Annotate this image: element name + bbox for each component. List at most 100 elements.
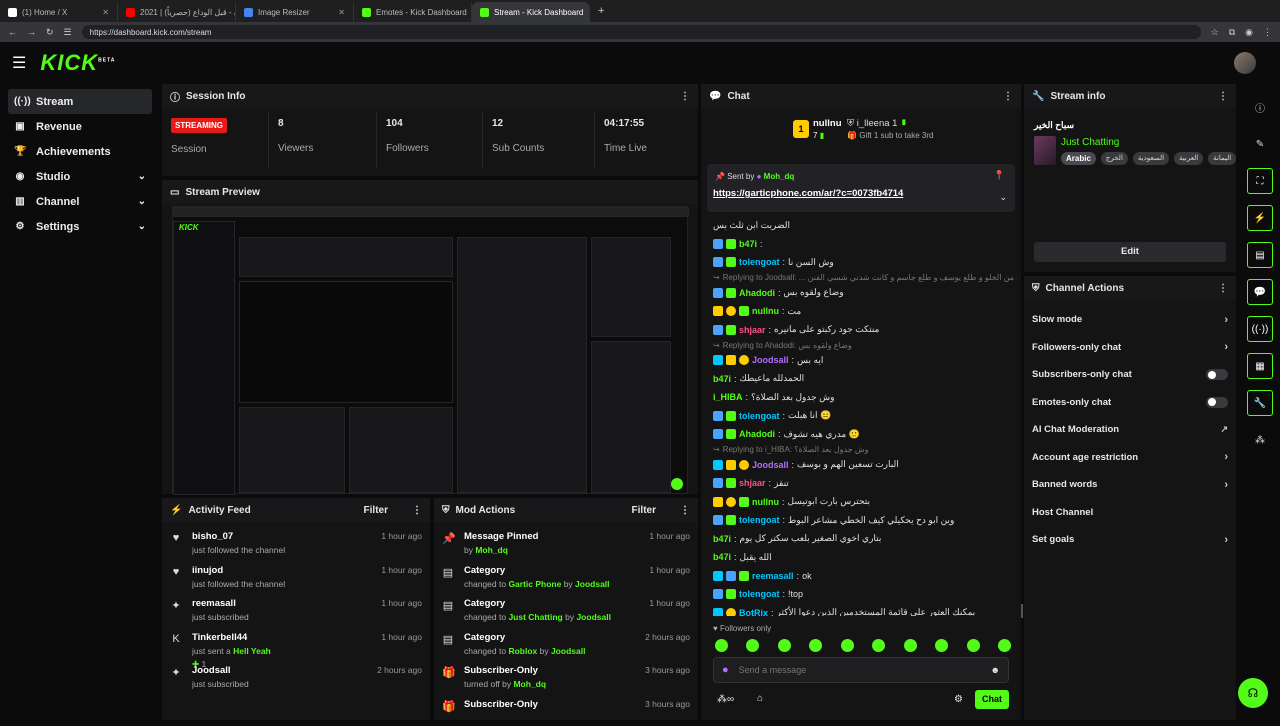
filter-button[interactable]: Filter: [632, 505, 656, 516]
chat-message[interactable]: tolengoat:وين ابو دح يحكيلي كيف الخطي مش…: [701, 511, 1017, 530]
channel-action-banned-words[interactable]: Banned words›: [1024, 471, 1236, 499]
sidebar-item-channel[interactable]: ▥Channel⌄: [8, 189, 152, 214]
chat-username[interactable]: BotRix: [739, 608, 768, 616]
wrench-icon[interactable]: 🔧: [1247, 390, 1273, 416]
chat-username[interactable]: b47i: [739, 239, 757, 249]
emote-icon[interactable]: [935, 639, 948, 652]
pencil-icon[interactable]: ✎: [1247, 131, 1273, 157]
chat-message[interactable]: shjaar:منتكت جود ركبتو على مانيره: [701, 321, 1017, 340]
chevron-right-icon[interactable]: ›: [1224, 451, 1228, 463]
mod-action-item[interactable]: ▤Categorychanged to Gartic Phone by Jood…: [434, 559, 698, 593]
mod-action-item[interactable]: 🎁Subscriber-Only3 hours ago: [434, 693, 698, 726]
chat-username[interactable]: reemasall: [752, 571, 794, 581]
activity-item[interactable]: ✦Joodsalljust subscribed2 hours ago: [162, 659, 430, 693]
toggle-switch[interactable]: [1206, 397, 1228, 408]
reply-indicator[interactable]: ↪Replying to Joodsall: ... و سحبت شبابي …: [701, 272, 1017, 284]
reply-indicator[interactable]: ↪Replying to Ahadodi: وضاع ولقوه بس: [701, 339, 1017, 351]
kebab-menu-icon[interactable]: ⋮: [1218, 91, 1228, 102]
mod-action-item[interactable]: 🎁Subscriber-Onlyturned off by Moh_dq3 ho…: [434, 659, 698, 693]
chat-username[interactable]: Joodsall: [752, 355, 789, 365]
kebab-menu-icon[interactable]: ⋮: [1003, 91, 1013, 102]
site-info-icon[interactable]: ☰: [64, 27, 72, 38]
channel-action-account-age-restriction[interactable]: Account age restriction›: [1024, 444, 1236, 472]
chat-log[interactable]: الضربت ابن ثلث بسb47i:tolengoat:وش السن …: [701, 216, 1017, 616]
chevron-down-icon[interactable]: ⌄: [138, 171, 146, 182]
send-chat-button[interactable]: Chat: [975, 690, 1009, 709]
chat-message[interactable]: shjaar:تنقز: [701, 474, 1017, 493]
chat-settings-icon[interactable]: ⚙: [954, 694, 963, 705]
kebab-menu-icon[interactable]: ⋮: [412, 505, 422, 516]
chat-message[interactable]: nullnu:مت: [701, 302, 1017, 321]
emote-icon[interactable]: [904, 639, 917, 652]
chat-message[interactable]: Ahadodi:وضاع ولقوه بس: [701, 284, 1017, 303]
chat-username[interactable]: Joodsall: [752, 460, 789, 470]
activity-username[interactable]: Joodsall: [192, 665, 367, 676]
chevron-right-icon[interactable]: ›: [1224, 314, 1228, 326]
mod-action-item[interactable]: ▤Categorychanged to Roblox by Joodsall2 …: [434, 626, 698, 660]
pinned-message[interactable]: 📌 Sent by ● Moh_dq https://garticphone.c…: [707, 164, 1015, 212]
activity-username[interactable]: reemasall: [192, 598, 371, 609]
apps-icon[interactable]: ⁂: [1247, 427, 1273, 453]
emote-icon[interactable]: [778, 639, 791, 652]
chat-username[interactable]: nullnu: [752, 497, 779, 507]
kick-logo[interactable]: KICKBETA: [40, 50, 115, 76]
store-icon[interactable]: ⌂: [757, 693, 763, 704]
extensions-icon[interactable]: ⧉: [1229, 27, 1235, 38]
mod-action-item[interactable]: ▤Categorychanged to Just Chatting by Joo…: [434, 592, 698, 626]
message-input[interactable]: [739, 665, 981, 675]
forward-icon[interactable]: →: [27, 27, 36, 37]
activity-item[interactable]: ♥bisho_07just followed the channel1 hour…: [162, 525, 430, 559]
chat-username[interactable]: Ahadodi: [739, 288, 775, 298]
browser-tab[interactable]: (1) Home / X✕: [0, 2, 118, 22]
browser-menu-icon[interactable]: ⋮: [1263, 27, 1272, 38]
sidebar-item-revenue[interactable]: ▣Revenue: [8, 114, 152, 139]
activity-item[interactable]: ♥iinujodjust followed the channel1 hour …: [162, 559, 430, 593]
channel-action-followers-only-chat[interactable]: Followers-only chat›: [1024, 334, 1236, 362]
channel-action-emotes-only-chat[interactable]: Emotes-only chat: [1024, 389, 1236, 417]
scrollbar[interactable]: [1021, 604, 1023, 618]
reload-icon[interactable]: ↻: [46, 27, 54, 38]
browser-tab[interactable]: ريلان - قبل الوداع (حصرياً) | 2021✕: [118, 2, 236, 22]
chevron-down-icon[interactable]: ⌄: [138, 196, 146, 207]
channel-action-slow-mode[interactable]: Slow mode›: [1024, 306, 1236, 334]
sidebar-item-achievements[interactable]: 🏆Achievements: [8, 139, 152, 164]
chat-username[interactable]: shjaar: [739, 325, 766, 335]
activity-item[interactable]: KTinkerbell44just sent a Hell Yeah✚ 11 h…: [162, 626, 430, 660]
external-link-icon[interactable]: ↗: [1220, 424, 1228, 435]
url-field[interactable]: https://dashboard.kick.com/stream: [82, 25, 1201, 39]
chevron-right-icon[interactable]: ›: [1224, 534, 1228, 546]
chat-username[interactable]: nullnu: [752, 306, 779, 316]
chat-username[interactable]: tolengoat: [739, 589, 780, 599]
gift-leaderboard[interactable]: 1 nullnu 7 ▮ ⛨ i_lleena 1 ▮ 🎁 Gift 1 sub…: [793, 118, 943, 148]
channel-action-host-channel[interactable]: Host Channel: [1024, 499, 1236, 527]
chevron-down-icon[interactable]: ⌄: [138, 221, 146, 232]
kick-points-icon[interactable]: ⁂∞: [717, 694, 734, 705]
emoji-icon[interactable]: ☻: [991, 665, 1000, 675]
sidebar-item-studio[interactable]: ◉Studio⌄: [8, 164, 152, 189]
chat-username[interactable]: b47i: [713, 552, 731, 562]
category-name[interactable]: Just Chatting: [1061, 137, 1119, 148]
bookmark-star-icon[interactable]: ☆: [1211, 27, 1219, 38]
chat-message[interactable]: b47i:: [701, 235, 1017, 254]
chat-message[interactable]: nullnu:بتحترس بارت ابوتيسل: [701, 493, 1017, 512]
toggle-switch[interactable]: [1206, 369, 1228, 380]
sidebar-item-settings[interactable]: ⚙Settings⌄: [8, 214, 152, 239]
chat-message[interactable]: reemasall:ok: [701, 567, 1017, 586]
chevron-right-icon[interactable]: ›: [1224, 479, 1228, 491]
emote-icon[interactable]: [715, 639, 728, 652]
info-icon[interactable]: ⓘ: [1247, 94, 1273, 120]
kebab-menu-icon[interactable]: ⋮: [680, 91, 690, 102]
chat-username[interactable]: b47i: [713, 374, 731, 384]
browser-tab[interactable]: Emotes - Kick Dashboard✕: [354, 2, 472, 22]
bolt-icon[interactable]: ⚡: [1247, 205, 1273, 231]
stream-preview-video[interactable]: KICK: [172, 206, 688, 494]
filter-button[interactable]: Filter: [364, 505, 388, 516]
help-button[interactable]: ☊: [1238, 678, 1268, 708]
chat-message[interactable]: tolengoat:!top: [701, 585, 1017, 604]
unpin-icon[interactable]: 📍: [994, 170, 1005, 181]
reply-indicator[interactable]: ↪Replying to i_HIBA: وش جدول بعد الصلاة؟: [701, 444, 1017, 456]
chat-username[interactable]: Ahadodi: [739, 429, 775, 439]
pinned-link[interactable]: https://garticphone.com/ar/?c=0073fb4714: [713, 188, 903, 199]
channel-action-subscribers-only-chat[interactable]: Subscribers-only chat: [1024, 361, 1236, 389]
activity-item[interactable]: ✦reemasalljust subscribed1 hour ago: [162, 592, 430, 626]
